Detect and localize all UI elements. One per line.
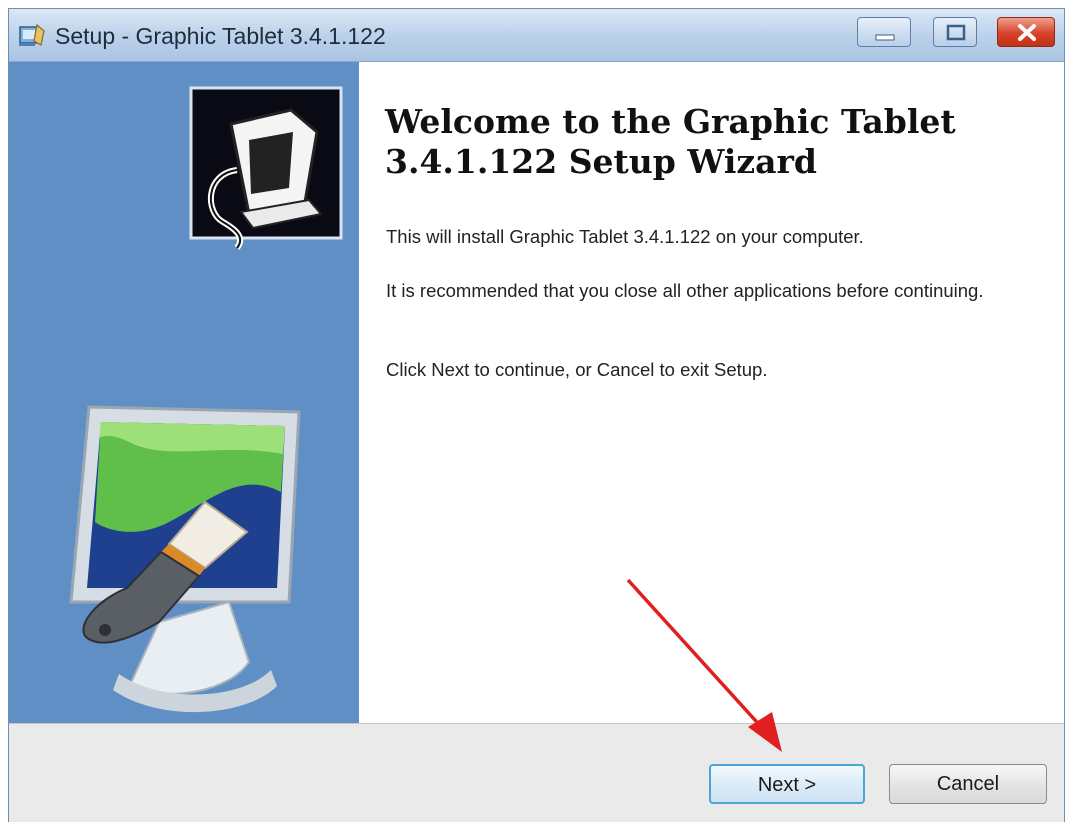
maximize-icon <box>946 24 966 41</box>
monitor-paintbrush-illustration <box>69 405 301 713</box>
close-icon <box>1018 24 1036 41</box>
side-panel-graphics <box>69 86 343 713</box>
wizard-side-panel <box>9 62 359 723</box>
welcome-heading: Welcome to the Graphic Tablet 3.4.1.122 … <box>385 102 956 181</box>
minimize-icon <box>875 34 895 41</box>
setup-installer-icon <box>17 21 47 49</box>
next-button[interactable]: Next > <box>709 764 865 804</box>
close-button[interactable] <box>997 17 1055 47</box>
wizard-footer: Next > Cancel <box>9 723 1064 822</box>
cancel-button[interactable]: Cancel <box>889 764 1047 804</box>
setup-window: Setup - Graphic Tablet 3.4.1.122 Welcome… <box>8 8 1065 822</box>
minimize-button[interactable] <box>857 17 911 47</box>
computer-install-icon <box>189 86 343 250</box>
maximize-button[interactable] <box>933 17 977 47</box>
install-info-text: This will install Graphic Tablet 3.4.1.1… <box>386 226 864 247</box>
recommendation-text: It is recommended that you close all oth… <box>386 280 984 301</box>
wizard-content: Welcome to the Graphic Tablet 3.4.1.122 … <box>359 62 1064 723</box>
title-bar[interactable]: Setup - Graphic Tablet 3.4.1.122 <box>9 9 1064 62</box>
window-title: Setup - Graphic Tablet 3.4.1.122 <box>55 23 386 49</box>
instruction-text: Click Next to continue, or Cancel to exi… <box>386 359 768 380</box>
